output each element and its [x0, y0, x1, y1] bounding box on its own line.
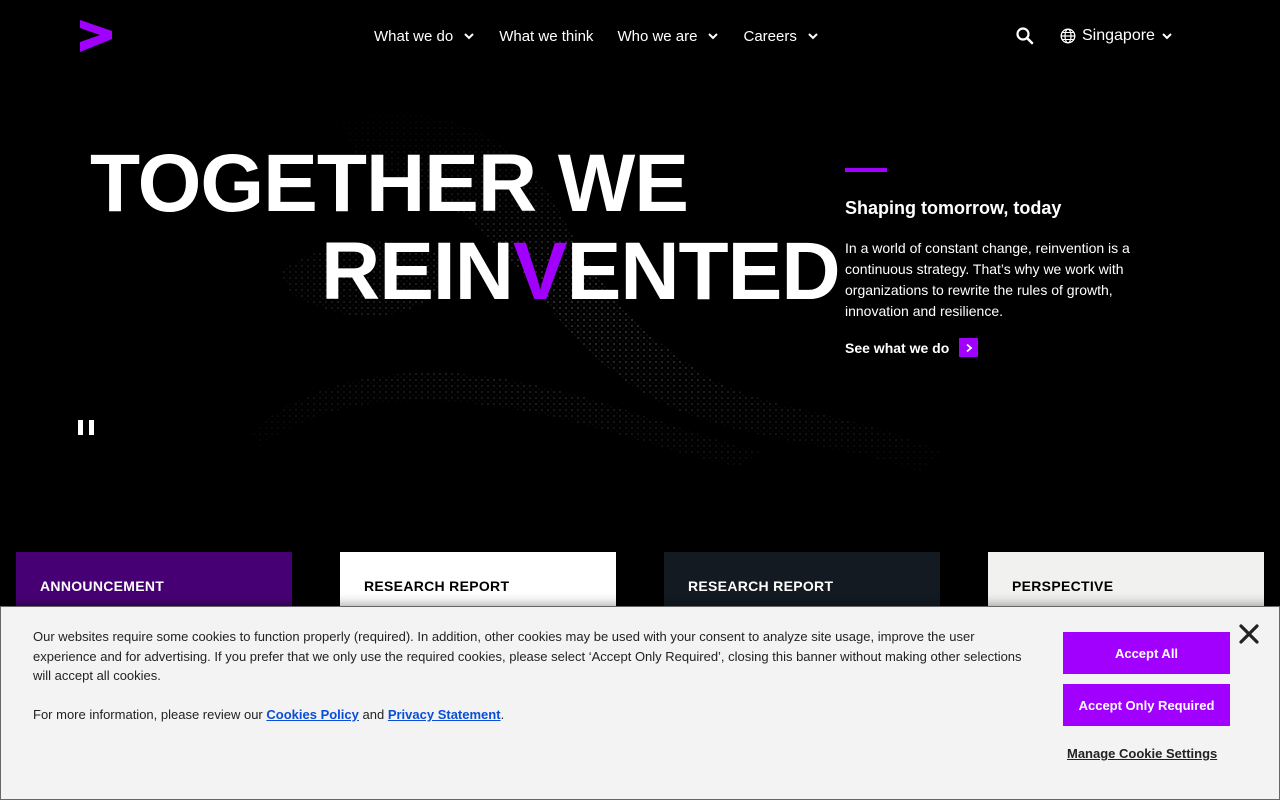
chevron-down-icon [1162, 33, 1172, 40]
cookie-banner: Our websites require some cookies to fun… [0, 606, 1280, 800]
locale-label: Singapore [1082, 27, 1155, 44]
hero-title-part: ENTED [566, 226, 841, 317]
nav-label: Careers [743, 27, 797, 45]
cookie-more-prefix: For more information, please review our [33, 707, 263, 722]
card-label: RESEARCH REPORT [688, 578, 834, 594]
privacy-statement-link[interactable]: Privacy Statement [388, 707, 501, 722]
hero-title: TOGETHER WE REINVENTED [90, 138, 841, 317]
hero-title-line2: REINVENTED [321, 226, 841, 317]
globe-icon [1060, 28, 1076, 44]
pause-bar [78, 420, 83, 435]
close-icon[interactable] [1238, 623, 1260, 645]
arrow-right-icon [959, 338, 979, 357]
nav-label: What we do [374, 27, 454, 45]
hero-title-line1: TOGETHER WE [90, 138, 689, 229]
hero-title-accent-letter: V [512, 226, 568, 317]
hero-subtitle: Shaping tomorrow, today [845, 198, 1062, 218]
brand-logo-icon[interactable] [80, 20, 112, 52]
card-label: ANNOUNCEMENT [40, 578, 165, 594]
nav-label: Who we are [617, 27, 698, 45]
pause-icon[interactable] [78, 420, 94, 436]
nav-who-we-are[interactable]: Who we are [617, 28, 719, 45]
nav-label: What we think [499, 27, 594, 45]
chevron-down-icon [464, 33, 474, 40]
accept-only-required-button[interactable]: Accept Only Required [1063, 684, 1230, 726]
chevron-down-icon [708, 33, 719, 40]
accent-bar [845, 168, 887, 172]
accept-all-button[interactable]: Accept All [1063, 632, 1230, 674]
cookie-period: . [500, 707, 505, 722]
nav-what-we-think[interactable]: What we think [499, 28, 593, 45]
pause-bar [89, 420, 94, 435]
cookies-policy-link[interactable]: Cookies Policy [266, 707, 358, 722]
cookie-text: Our websites require some cookies to fun… [33, 629, 1022, 683]
hero-link-label: See what we do [845, 339, 950, 356]
nav-what-we-do[interactable]: What we do [374, 28, 475, 45]
main-nav: What we do What we think Who we are Care… [374, 24, 843, 48]
manage-cookie-settings-link[interactable]: Manage Cookie Settings [1067, 746, 1217, 761]
search-icon[interactable] [1015, 26, 1035, 46]
cookie-more-info: For more information, please review our … [33, 705, 504, 725]
site-header: What we do What we think Who we are Care… [0, 0, 1280, 72]
hero-body: In a world of constant change, reinventi… [845, 240, 1130, 319]
see-what-we-do-link[interactable]: See what we do [845, 338, 979, 357]
card-label: RESEARCH REPORT [364, 578, 510, 594]
card-label: PERSPECTIVE [1012, 578, 1114, 594]
cookie-and: and [362, 707, 385, 722]
nav-careers[interactable]: Careers [743, 28, 818, 45]
locale-selector[interactable]: Singapore [1060, 24, 1173, 48]
chevron-down-icon [808, 33, 818, 40]
hero-title-part: REIN [321, 226, 514, 317]
